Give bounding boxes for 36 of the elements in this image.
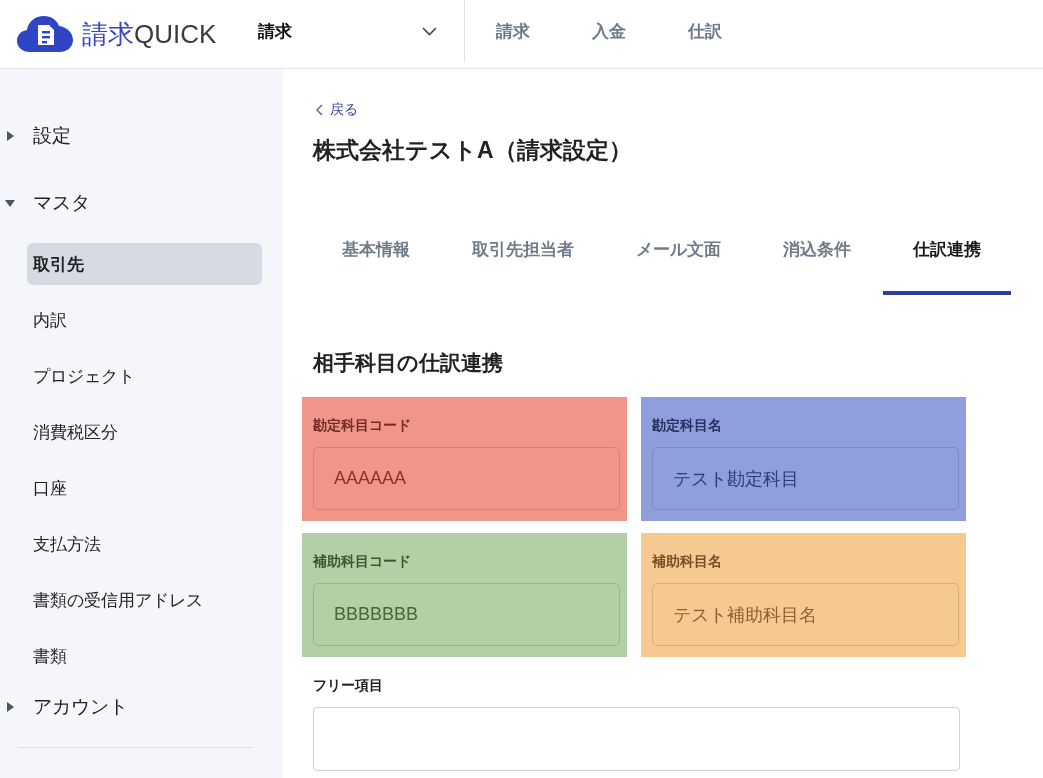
nav-link[interactable]: 請求 [465,19,561,43]
tab[interactable]: 取引先担当者 [442,220,604,295]
sidebar-item[interactable]: 内訳 [27,299,262,341]
text-field[interactable]: テスト補助科目名 [652,583,959,646]
sidebar-item[interactable]: 書類 [27,635,262,677]
page-title: 株式会社テストA（請求設定） [313,136,632,165]
field-label: 補助科目コード [313,552,411,570]
section-title: 相手科目の仕訳連携 [313,350,503,376]
sidebar-section[interactable]: 設定 [0,109,283,163]
sidebar-section[interactable]: アカウント [0,680,283,734]
tab[interactable]: メール文面 [606,220,751,295]
chevron-down-icon [422,26,437,36]
sidebar-item[interactable]: 書類の受信用アドレス [27,579,262,621]
field-label: 補助科目名 [652,552,722,570]
sidebar-item[interactable]: プロジェクト [27,355,262,397]
text-field[interactable] [313,707,960,771]
sidebar-item[interactable]: 口座 [27,467,262,509]
field-label: 勘定科目名 [652,416,722,434]
field-label: フリー項目 [313,676,383,694]
text-field[interactable]: AAAAAA [313,447,620,510]
sidebar-item[interactable]: 消費税区分 [27,411,262,453]
tab[interactable]: 消込条件 [753,220,881,295]
chevron-left-icon [316,104,323,116]
nav-link[interactable]: 入金 [561,19,657,43]
back-link[interactable]: 戻る [316,100,358,120]
logo-text: 請求QUICK [82,18,217,50]
cloud-document-logo-icon [17,16,73,52]
text-field[interactable]: BBBBBBB [313,583,620,646]
text-field[interactable]: テスト勘定科目 [652,447,959,510]
tab[interactable]: 基本情報 [312,220,440,295]
nav-link[interactable]: 仕訳 [657,19,753,43]
field-label: 勘定科目コード [313,416,411,434]
sidebar-item[interactable]: 取引先 [27,243,262,285]
sidebar-item[interactable]: 支払方法 [27,523,262,565]
tab[interactable]: 仕訳連携 [883,220,1011,295]
sidebar-section[interactable]: マスタ [0,176,283,230]
